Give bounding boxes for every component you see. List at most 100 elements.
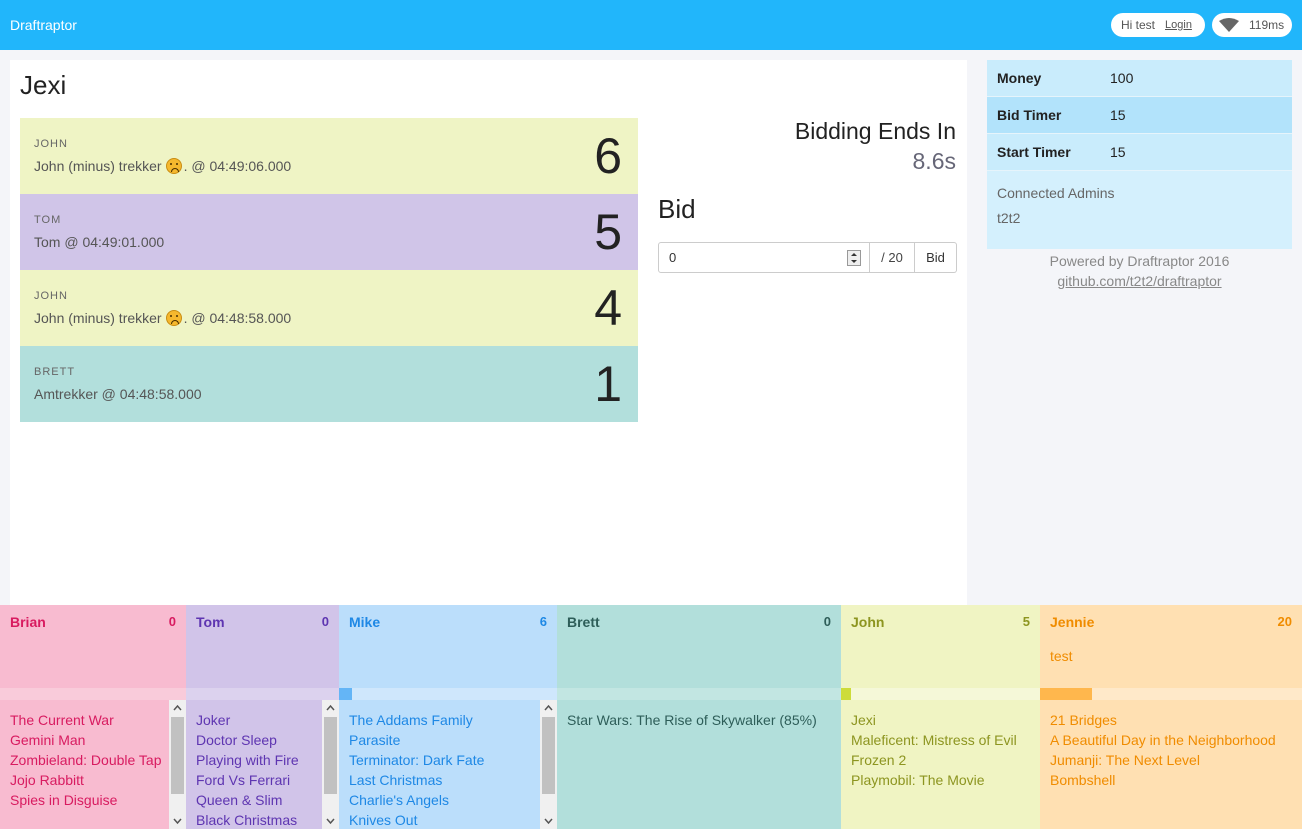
team-score: 0 [823, 614, 831, 629]
scroll-down-icon[interactable] [326, 816, 335, 825]
budget-bar [1040, 688, 1302, 700]
team-column-tom: Tom 0 Joker Doctor Sleep Playing with Fire Fo… [186, 605, 339, 829]
team-name: Jennie [1050, 614, 1095, 630]
setting-row: Money 100 [987, 60, 1292, 97]
pick-item: Joker [196, 712, 231, 728]
budget-bar-fill [339, 688, 353, 700]
wifi-icon [1219, 18, 1239, 32]
repo-link[interactable]: github.com/t2t2/draftraptor [1057, 273, 1221, 289]
picks-list: Joker Doctor Sleep Playing with Fire Ford V… [186, 700, 339, 829]
team-column-brian: Brian 0 The Current War Gemini Man Zombielan… [0, 605, 186, 829]
budget-bar [557, 688, 841, 700]
pick-item: Queen & Slim [196, 792, 283, 808]
bid-description-text: John (minus) trekker [34, 310, 162, 326]
pick-item: Parasite [349, 732, 401, 748]
bid-amount: 1 [594, 356, 622, 412]
pick-item: Charlie's Angels [349, 792, 449, 808]
sad-face-icon [165, 158, 182, 174]
scrollbar[interactable] [169, 700, 186, 829]
user-pill: Hi test Login [1111, 13, 1205, 37]
timer-value: 8.6s [912, 148, 956, 174]
team-note: test [1050, 648, 1073, 664]
team-column-mike: Mike 6 The Addams Family Parasite Terminator… [339, 605, 557, 829]
pick-item: Knives Out [349, 812, 418, 828]
team-name: Mike [349, 614, 381, 630]
pick-item: Playing with Fire [196, 752, 299, 768]
bid-description: John (minus) trekker . @ 04:48:58.000 [34, 310, 291, 326]
pick-item: Spies in Disguise [10, 792, 118, 808]
scrollbar[interactable] [540, 700, 557, 829]
scroll-down-icon[interactable] [173, 816, 182, 825]
stepper-icon[interactable] [847, 250, 861, 266]
top-navbar: Draftraptor Hi test Login 119ms [0, 0, 1302, 50]
pick-item: Jexi [851, 712, 876, 728]
brand-logo[interactable]: Draftraptor [10, 17, 77, 33]
bid-timestamp: . @ 04:48:58.000 [183, 310, 292, 326]
bid-description-text: Tom @ 04:49:01.000 [34, 234, 165, 250]
setting-value: 100 [1110, 70, 1134, 86]
bid-amount-value: 0 [669, 250, 677, 265]
team-score: 20 [1277, 614, 1292, 629]
bid-amount-input[interactable]: 0 [658, 242, 870, 273]
bid-entry: Brett Amtrekker @ 04:48:58.000 1 [20, 346, 638, 422]
settings-panel: Money 100 Bid Timer 15 Start Timer 15 Connecte… [987, 60, 1292, 249]
pick-item: A Beautiful Day in the Neighborhood [1050, 732, 1276, 748]
picks-list: The Addams Family Parasite Terminator: Dar… [339, 700, 557, 829]
sad-face-icon [165, 310, 182, 326]
scroll-thumb[interactable] [171, 717, 184, 794]
bid-description-text: John (minus) trekker [34, 158, 162, 174]
team-name: Brett [567, 614, 600, 630]
pick-item: Zombieland: Double Tap [10, 752, 162, 768]
team-score: 5 [1022, 614, 1030, 629]
connected-admins: Connected Admins t2t2 [987, 171, 1292, 249]
team-columns: Brian 0 The Current War Gemini Man Zombielan… [0, 605, 1302, 829]
team-header: Brett 0 [557, 605, 841, 688]
team-header: Jennie 20 test [1040, 605, 1302, 688]
admins-label: Connected Admins [997, 185, 1115, 201]
bid-timestamp: . @ 04:49:06.000 [183, 158, 292, 174]
team-column-jennie: Jennie 20 test 21 Bridges A Beautiful Day in… [1040, 605, 1302, 829]
scroll-down-icon[interactable] [544, 816, 553, 825]
bid-description: Tom @ 04:49:01.000 [34, 234, 164, 250]
greeting-text: Hi test [1121, 18, 1156, 32]
setting-row: Bid Timer 15 [987, 97, 1292, 134]
scrollbar[interactable] [322, 700, 339, 829]
scroll-up-icon[interactable] [173, 704, 182, 713]
scroll-thumb[interactable] [324, 717, 337, 794]
team-header: Mike 6 [339, 605, 557, 688]
setting-key: Start Timer [997, 144, 1071, 160]
bid-entry: John John (minus) trekker . @ 04:49:06.000… [20, 118, 638, 194]
picks-list: Jexi Maleficent: Mistress of Evil Frozen 2… [841, 700, 1040, 829]
team-name: Brian [10, 614, 46, 630]
scroll-up-icon[interactable] [326, 704, 335, 713]
team-score: 6 [539, 614, 547, 629]
footer-credits: Powered by Draftraptor 2016 github.com/t… [987, 251, 1292, 291]
picks-list: 21 Bridges A Beautiful Day in the Neighbo… [1040, 700, 1302, 829]
powered-by-text: Powered by Draftraptor 2016 [1049, 253, 1230, 269]
scroll-up-icon[interactable] [544, 704, 553, 713]
timer-label: Bidding Ends In [794, 118, 956, 144]
pick-item: Terminator: Dark Fate [349, 752, 485, 768]
budget-bar [186, 688, 339, 700]
team-score: 0 [321, 614, 329, 629]
setting-value: 15 [1110, 144, 1126, 160]
team-header: Brian 0 [0, 605, 186, 688]
bid-description: John (minus) trekker . @ 04:49:06.000 [34, 158, 291, 174]
admin-name: t2t2 [997, 210, 1021, 226]
login-link[interactable]: Login [1165, 19, 1192, 31]
auction-panel: Jexi John John (minus) trekker . @ 04:49:0… [10, 60, 967, 605]
bidder-name: Tom [34, 214, 62, 226]
ping-value: 119ms [1249, 18, 1285, 32]
bid-description-text: Amtrekker @ 04:48:58.000 [34, 386, 202, 402]
bid-amount: 4 [594, 280, 622, 336]
team-score: 0 [168, 614, 176, 629]
budget-bar [841, 688, 1040, 700]
bid-form: 0 / 20 Bid [658, 242, 957, 273]
picks-list: Star Wars: The Rise of Skywalker (85%) [557, 700, 841, 829]
bid-button[interactable]: Bid [915, 242, 957, 273]
bidder-name: John [34, 138, 68, 150]
pick-item: Black Christmas [196, 812, 298, 828]
scroll-thumb[interactable] [542, 717, 555, 794]
setting-value: 15 [1110, 107, 1126, 123]
bid-description: Amtrekker @ 04:48:58.000 [34, 386, 202, 402]
